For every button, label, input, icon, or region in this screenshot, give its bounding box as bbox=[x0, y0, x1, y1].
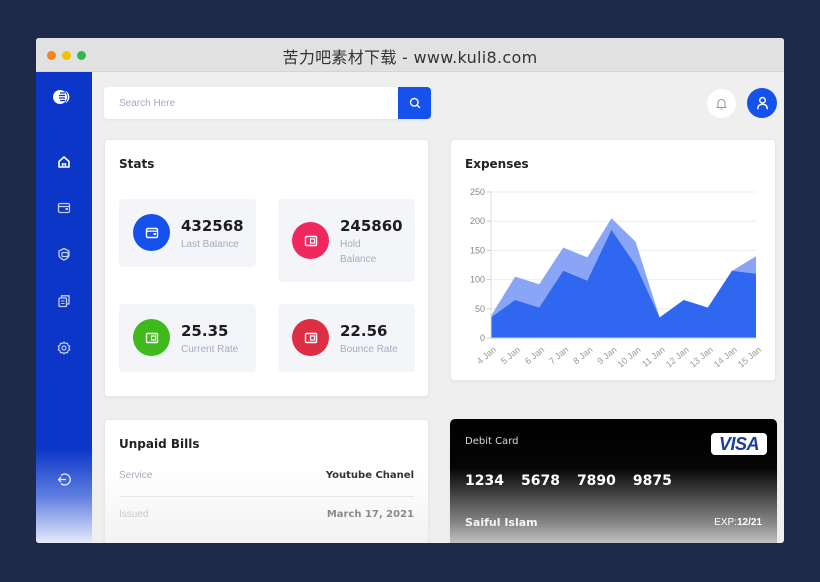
stat-value: 25.35 bbox=[181, 322, 229, 340]
brand-logo[interactable] bbox=[51, 87, 75, 107]
logout-icon bbox=[57, 472, 71, 486]
x-tick-label: 13 Jan bbox=[688, 344, 715, 369]
expenses-card: Expenses 0 50 100 150 200 250 4 Jan 5 Jan 6 Jan 7… bbox=[450, 139, 776, 381]
x-tick-label: 10 Jan bbox=[616, 344, 643, 369]
debit-card-title: Debit Card bbox=[465, 436, 519, 447]
stat-icon-circle bbox=[133, 319, 170, 356]
x-tick-label: 5 Jan bbox=[499, 344, 522, 366]
stat-hold-balance: 245860 Hold Balance bbox=[278, 199, 415, 282]
search-button[interactable] bbox=[398, 87, 431, 119]
title-bar: 苦力吧素材下载 - www.kuli8.com bbox=[36, 38, 784, 72]
copy-icon bbox=[58, 295, 70, 308]
wallet-icon bbox=[304, 235, 317, 246]
card-number-group: 7890 bbox=[576, 473, 616, 489]
wallet-icon bbox=[304, 332, 317, 343]
home-icon bbox=[58, 156, 70, 168]
x-tick-label: 6 Jan bbox=[523, 344, 546, 366]
stat-icon-circle bbox=[292, 222, 329, 259]
bell-icon bbox=[716, 98, 727, 110]
logout-button[interactable] bbox=[53, 468, 75, 490]
y-tick-label: 50 bbox=[475, 304, 485, 314]
bill-key: Service bbox=[119, 470, 153, 481]
window-title: 苦力吧素材下载 - www.kuli8.com bbox=[282, 48, 538, 67]
x-tick-label: 7 Jan bbox=[547, 344, 570, 366]
notification-button[interactable] bbox=[707, 89, 736, 118]
x-tick-label: 4 Jan bbox=[475, 344, 498, 366]
sidebar-item-settings[interactable] bbox=[53, 337, 75, 359]
y-tick-label: 100 bbox=[470, 275, 485, 285]
card-number-group: 9875 bbox=[632, 473, 672, 489]
y-tick-label: 150 bbox=[470, 245, 485, 255]
main-content: Stats 432568 Last Balance 245860 Hold Ba… bbox=[92, 72, 784, 543]
wallet-icon bbox=[57, 202, 71, 214]
stat-current-rate: 25.35 Current Rate bbox=[119, 304, 256, 372]
user-avatar-button[interactable] bbox=[747, 88, 777, 118]
cards-icon bbox=[58, 247, 70, 261]
visa-logo: VISA bbox=[711, 433, 767, 455]
debit-card[interactable]: Debit Card VISA 1234 5678 7890 9875 Saif… bbox=[450, 419, 777, 543]
x-tick-label: 15 Jan bbox=[736, 344, 763, 369]
x-tick-label: 11 Jan bbox=[640, 344, 667, 369]
wallet-icon bbox=[145, 332, 158, 343]
card-number-group: 5678 bbox=[520, 473, 560, 489]
x-tick-label: 9 Jan bbox=[595, 344, 618, 366]
sidebar-item-wallet[interactable] bbox=[53, 197, 75, 219]
stat-value: 432568 bbox=[181, 217, 244, 235]
gear-icon bbox=[57, 341, 71, 355]
card-expiry: EXP:12/21 bbox=[714, 517, 762, 528]
expenses-chart: 0 50 100 150 200 250 4 Jan 5 Jan 6 Jan 7 Jan 8 Jan… bbox=[470, 187, 763, 370]
x-tick-label: 8 Jan bbox=[571, 344, 594, 366]
y-tick-label: 200 bbox=[470, 216, 485, 226]
browser-window: 苦力吧素材下载 - www.kuli8.com Search Here Stat… bbox=[36, 38, 784, 543]
card-brand: VISA bbox=[718, 433, 760, 454]
stat-last-balance: 432568 Last Balance bbox=[119, 199, 256, 267]
bill-key: Issued bbox=[119, 509, 149, 520]
wallet-icon bbox=[145, 227, 158, 238]
stat-label: Hold Balance bbox=[340, 239, 377, 265]
stat-label: Bounce Rate bbox=[340, 344, 398, 355]
stat-icon-circle bbox=[133, 214, 170, 251]
card-number: 1234 5678 7890 9875 bbox=[465, 473, 672, 489]
sidebar-item-cards[interactable] bbox=[53, 243, 75, 265]
expiry-label: EXP: bbox=[714, 517, 737, 528]
sidebar-item-home[interactable] bbox=[53, 151, 75, 173]
bill-value: Youtube Chanel bbox=[325, 470, 414, 481]
stat-bounce-rate: 22.56 Bounce Rate bbox=[278, 304, 415, 372]
bills-title: Unpaid Bills bbox=[119, 437, 200, 451]
unpaid-bills-card: Unpaid Bills Service Youtube Chanel Issu… bbox=[104, 419, 429, 543]
stat-label: Last Balance bbox=[181, 239, 239, 250]
bill-row-issued: Issued March 17, 2021 bbox=[119, 509, 414, 529]
user-icon bbox=[756, 96, 768, 110]
sidebar-item-documents[interactable] bbox=[53, 290, 75, 312]
x-tick-label: 14 Jan bbox=[712, 344, 739, 369]
card-number-group: 1234 bbox=[465, 473, 504, 489]
search-input[interactable] bbox=[104, 87, 398, 119]
stat-icon-circle bbox=[292, 319, 329, 356]
sidebar bbox=[36, 72, 92, 543]
card-holder-name: Saiful Islam bbox=[465, 516, 538, 529]
search-icon bbox=[409, 97, 420, 109]
bill-row-service: Service Youtube Chanel bbox=[119, 470, 414, 490]
stat-label: Current Rate bbox=[181, 344, 239, 355]
stat-value: 245860 bbox=[340, 217, 403, 235]
stats-card: Stats 432568 Last Balance 245860 Hold Ba… bbox=[104, 139, 429, 397]
stat-value: 22.56 bbox=[340, 322, 388, 340]
stats-title: Stats bbox=[119, 157, 155, 171]
expiry-value: 12/21 bbox=[736, 517, 762, 528]
bill-value: March 17, 2021 bbox=[326, 509, 414, 520]
y-tick-label: 0 bbox=[480, 333, 485, 343]
y-tick-label: 250 bbox=[470, 187, 485, 197]
bill-divider bbox=[119, 496, 414, 497]
x-tick-label: 12 Jan bbox=[664, 344, 691, 369]
search-bar bbox=[104, 87, 431, 119]
